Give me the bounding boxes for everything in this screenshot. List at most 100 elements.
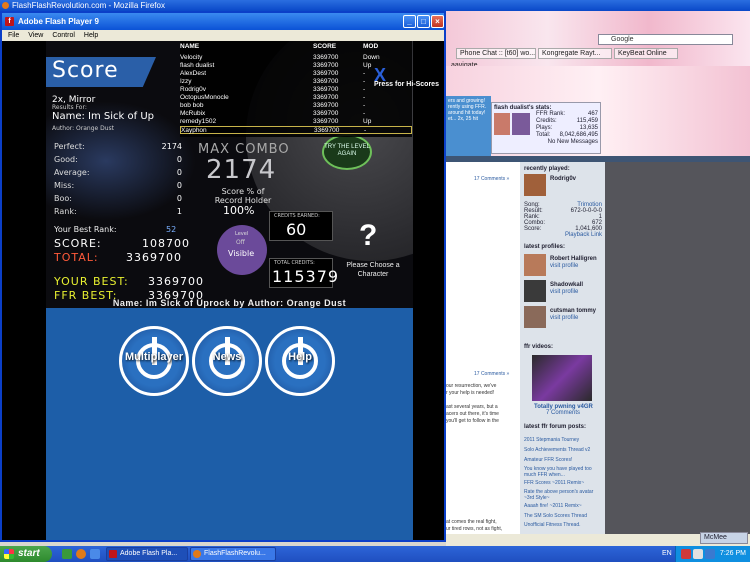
forum-post-link[interactable]: Rate the above person's avatar ~3rd Styl…	[524, 489, 604, 501]
flash-task-icon	[109, 550, 117, 558]
flash-titlebar[interactable]: f Adobe Flash Player 9 _ □ ×	[2, 13, 444, 30]
level-visibility-toggle[interactable]: Level Off Visible	[217, 225, 267, 275]
tray-icon[interactable]	[693, 549, 703, 559]
choose-character-icon[interactable]: ?	[359, 219, 377, 253]
profile-link[interactable]: visit profile	[550, 289, 578, 295]
close-button[interactable]: ×	[431, 15, 444, 28]
firefox-tabs: Phone Chat :: [t60] wo... Kongregate Ray…	[446, 11, 750, 69]
mcmee-notifier[interactable]: McMee	[700, 532, 748, 544]
forum-post-link[interactable]: Aaaah fire! ~2011 Remix~	[524, 503, 604, 509]
forum-post-link[interactable]: Solo Achievements Thread v2	[524, 447, 604, 453]
profile-entry[interactable]: Shadowkall visit profile	[524, 280, 604, 304]
search-placeholder: Google	[611, 36, 634, 43]
profile-link[interactable]: visit profile	[550, 263, 578, 269]
record-pct-value: 100%	[223, 204, 255, 217]
choose-character-label[interactable]: Please Choose a Character	[340, 261, 406, 279]
help-label: Help	[288, 351, 312, 363]
total-credits-label: TOTAL CREDITS:	[274, 260, 315, 266]
menu-file[interactable]: File	[8, 32, 19, 39]
total-label: TOTAL:	[54, 251, 99, 264]
forum-post-link[interactable]: Amateur FFR Scores!	[524, 457, 604, 463]
best-rank-value: 52	[166, 225, 177, 234]
profile-link[interactable]: visit profile	[550, 315, 578, 321]
taskbar-item-label: FlashFlashRevolu...	[204, 550, 266, 557]
credits-earned-box: CREDITS EARNED: 60	[269, 211, 333, 241]
search-input[interactable]: Google	[598, 34, 733, 45]
profile-entry[interactable]: Robert Halligren visit profile	[524, 254, 604, 278]
leaderboard-row: Velocity 3369700 Down	[180, 54, 380, 61]
tab-phone-chat[interactable]: Phone Chat :: [t60] wo...	[456, 48, 536, 59]
leaderboard-row: McRubix 3369700-	[180, 110, 366, 117]
latest-profiles-heading: latest profiles:	[524, 244, 566, 250]
forum-post-link[interactable]: 2011 Stepmania Tourney	[524, 437, 604, 443]
main-menu-area: Multiplayer News Help	[46, 308, 413, 540]
firefox-quicklaunch-icon[interactable]	[76, 549, 86, 559]
max-combo-value: 2174	[206, 155, 277, 185]
level-off: Off	[236, 239, 245, 246]
try-again-button[interactable]: TRY THE LEVEL AGAIN	[322, 134, 372, 170]
menu-view[interactable]: View	[28, 32, 43, 39]
flash-app-icon: f	[5, 17, 14, 26]
tray-icon[interactable]	[705, 549, 715, 559]
firefox-task-icon	[193, 550, 201, 558]
leaderboard-header: NAME SCORE MOD	[180, 43, 412, 52]
forum-post-link[interactable]: You know you have played too much FFR wh…	[524, 466, 604, 478]
ffr-videos-heading: ffr videos:	[524, 344, 554, 350]
record-pct-label: Score % of Record Holder	[214, 187, 272, 205]
minimize-button[interactable]: _	[403, 15, 416, 28]
ie-quicklaunch-icon[interactable]	[90, 549, 100, 559]
recent-play-entry: Rodrig0v	[524, 174, 604, 198]
comments-link[interactable]: 17 Comments »	[474, 371, 509, 377]
credits-earned-label: CREDITS EARNED:	[274, 213, 320, 219]
hi-scores-button[interactable]: Press for Hi-Scores	[374, 81, 439, 89]
profile-avatar	[524, 306, 546, 328]
menu-control[interactable]: Control	[52, 32, 75, 39]
forum-post-link[interactable]: The SM Solo Scores Thread	[524, 513, 604, 519]
forum-post-link[interactable]: Unofficial Fitness Thread.	[524, 522, 604, 528]
tab-keybeat[interactable]: KeyBeat Online	[614, 48, 678, 59]
profile-name: cutsman tommy	[550, 308, 597, 314]
user-stats-box: flash dualist's stats: FFR Rank: 467 Cred…	[491, 102, 601, 154]
playback-link[interactable]: Playback Link	[524, 232, 602, 238]
tab-kongregate[interactable]: Kongregate Rayt...	[538, 48, 612, 59]
level-label: Level	[235, 231, 249, 237]
news-text: acers out there, it's time	[446, 411, 499, 417]
score-title: Score	[52, 58, 119, 83]
recent-player-avatar	[524, 174, 546, 196]
maximize-button[interactable]: □	[417, 15, 430, 28]
total-credits-box: TOTAL CREDITS: 115379	[269, 258, 338, 288]
tray-icon[interactable]	[681, 549, 691, 559]
site-sidebar: recently played: Rodrig0v Song: Trimotion…	[520, 162, 605, 542]
video-comments[interactable]: 7 Comments	[546, 410, 580, 416]
lb-header-score: SCORE	[313, 43, 337, 50]
comments-link[interactable]: 17 Comments »	[474, 176, 509, 182]
news-text: you'll get to follow in the	[446, 418, 499, 424]
show-desktop-icon[interactable]	[62, 549, 72, 559]
score-label: SCORE:	[54, 237, 102, 250]
taskbar: start Adobe Flash Pla... FlashFlashRevol…	[0, 546, 750, 562]
leaderboard: NAME SCORE MOD Velocity 3369700 Down flash…	[180, 41, 412, 137]
firefox-titlebar[interactable]: FlashFlashRevolution.com - Mozilla Firef…	[0, 0, 750, 11]
taskbar-item-firefox[interactable]: FlashFlashRevolu...	[190, 547, 276, 561]
judge-value-boo: 0	[176, 194, 182, 203]
judge-label-perfect: Perfect:	[54, 142, 85, 151]
news-text: our resurrection, we've	[446, 383, 497, 389]
judge-label-boo: Boo:	[54, 194, 72, 203]
level-visible: Visible	[228, 249, 255, 258]
recent-player-name[interactable]: Rodrig0v	[550, 176, 576, 182]
forum-post-link[interactable]: FFR Scores ~2011 Remix~	[524, 480, 604, 486]
video-thumbnail[interactable]	[532, 355, 592, 401]
stats-avatar	[494, 113, 510, 135]
leaderboard-row-highlighted: Xayphon 3369700-	[180, 126, 412, 134]
taskbar-item-label: Adobe Flash Pla...	[120, 550, 178, 557]
start-button[interactable]: start	[0, 546, 52, 562]
banner-news: ers and growing! rently using FFR. aroun…	[446, 96, 491, 156]
song-author: Author: Orange Dust	[52, 125, 115, 132]
profile-entry[interactable]: cutsman tommy visit profile	[524, 306, 604, 330]
stats-row[interactable]: No New Messages	[494, 139, 598, 146]
your-best-value: 3369700	[148, 275, 204, 288]
lb-header-name: NAME	[180, 43, 200, 50]
language-indicator[interactable]: EN	[662, 546, 672, 562]
taskbar-item-flash[interactable]: Adobe Flash Pla...	[106, 547, 188, 561]
menu-help[interactable]: Help	[84, 32, 98, 39]
